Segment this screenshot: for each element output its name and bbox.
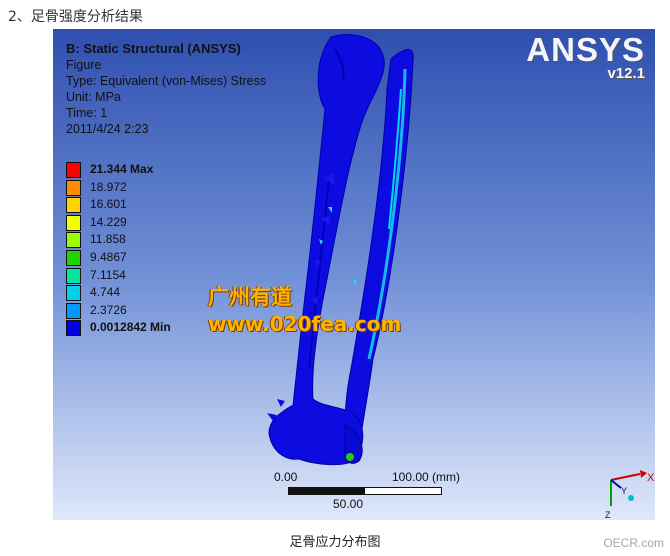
scale-start-label: 0.00 bbox=[274, 470, 298, 484]
info-line-figure: Figure bbox=[66, 58, 102, 72]
legend-swatch bbox=[66, 320, 81, 337]
legend-swatch bbox=[66, 197, 81, 214]
ansys-logo: ANSYS v12.1 bbox=[526, 31, 645, 82]
legend-swatch bbox=[66, 267, 81, 284]
legend-label: 4.744 bbox=[90, 285, 121, 300]
figure-caption: 足骨应力分布图 bbox=[289, 535, 381, 550]
legend-swatch bbox=[66, 249, 81, 266]
scale-bar: 0.00 100.00 (mm) 50.00 bbox=[274, 470, 464, 520]
triad-y-label: Y bbox=[621, 486, 627, 496]
legend-swatch bbox=[66, 179, 81, 196]
legend-label: 16.601 bbox=[90, 197, 127, 212]
info-line-date: 2011/4/24 2:23 bbox=[66, 122, 149, 136]
axis-triad-icon[interactable]: X Y Z bbox=[585, 454, 655, 520]
legend-label: 11.858 bbox=[90, 232, 126, 247]
scale-mid-label: 50.00 bbox=[333, 497, 364, 511]
ansys-viewport[interactable]: B: Static Structural (ANSYS) Figure Type… bbox=[53, 29, 655, 520]
legend-label: 14.229 bbox=[90, 214, 127, 229]
watermark-url: www.020fea.com bbox=[208, 312, 402, 336]
triad-z-label: Z bbox=[605, 510, 611, 520]
logo-brand: ANSYS bbox=[526, 31, 645, 68]
legend-swatch bbox=[66, 162, 81, 178]
legend-swatch bbox=[66, 232, 81, 249]
info-line-time: Time: 1 bbox=[66, 106, 108, 120]
page-heading: 2、足骨强度分析结果 bbox=[8, 9, 143, 25]
legend-label: 18.972 bbox=[90, 179, 127, 194]
info-line-type: Type: Equivalent (von-Mises) Stress bbox=[66, 74, 267, 88]
triad-x-label: X bbox=[647, 472, 655, 484]
legend-label: 0.0012842 Min bbox=[90, 320, 171, 335]
scale-bar-graphic bbox=[288, 487, 442, 495]
legend-swatch bbox=[66, 214, 81, 231]
legend-swatch bbox=[66, 302, 81, 319]
legend-label: 21.344 Max bbox=[90, 162, 154, 176]
result-info: B: Static Structural (ANSYS) Figure Type… bbox=[66, 41, 266, 137]
legend-label: 2.3726 bbox=[90, 302, 127, 317]
scale-end-label: 100.00 (mm) bbox=[392, 470, 461, 484]
info-line-unit: Unit: MPa bbox=[66, 90, 121, 104]
watermark-company: 广州有道 bbox=[208, 285, 292, 309]
legend-swatch bbox=[66, 285, 81, 302]
legend-label: 7.1154 bbox=[90, 267, 126, 282]
corner-watermark: OECR.com bbox=[603, 536, 664, 550]
analysis-title: B: Static Structural (ANSYS) bbox=[66, 41, 241, 56]
legend-label: 9.4867 bbox=[90, 249, 127, 264]
